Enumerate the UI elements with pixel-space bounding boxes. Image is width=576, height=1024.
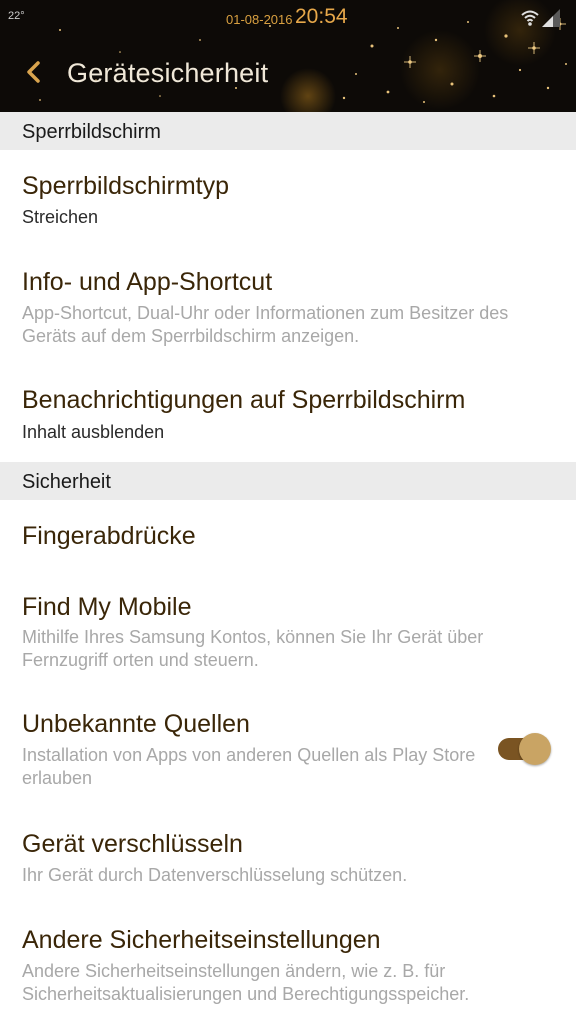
section-label: Sicherheit: [22, 471, 111, 493]
back-button[interactable]: [18, 56, 50, 88]
setting-title: Info- und App-Shortcut: [22, 268, 273, 296]
setting-description: Andere Sicherheitseinstellungen ändern, …: [22, 961, 470, 1004]
toolbar: Gerätesicherheit: [0, 40, 576, 108]
setting-description: App-Shortcut, Dual-Uhr oder Informatione…: [22, 303, 509, 346]
section-label: Sperrbildschirm: [22, 121, 161, 143]
section-header-lock-screen: Sperrbildschirm: [0, 112, 576, 150]
status-date: 01-08-2016: [226, 12, 293, 27]
page-title: Gerätesicherheit: [67, 58, 269, 88]
setting-info-app-shortcut[interactable]: Info- und App-Shortcut App-Shortcut, Dua…: [0, 246, 576, 358]
cellular-signal-icon: [542, 9, 560, 27]
wifi-icon: [521, 10, 539, 26]
setting-title: Fingerabdrücke: [22, 522, 196, 550]
setting-description: Installation von Apps von anderen Quelle…: [22, 745, 476, 788]
app-header: 22° 01-08-2016 20:54 Gerätesicherheit: [0, 0, 576, 112]
status-temperature: 22°: [8, 10, 25, 22]
status-time: 20:54: [295, 5, 348, 28]
setting-title: Sperrbildschirmtyp: [22, 172, 230, 200]
chevron-left-icon: [27, 61, 40, 83]
setting-title: Gerät verschlüsseln: [22, 830, 243, 858]
setting-title: Benachrichtigungen auf Sperrbildschirm: [22, 386, 466, 414]
setting-description: Ihr Gerät durch Datenverschlüsselung sch…: [22, 865, 408, 885]
setting-title: Unbekannte Quellen: [22, 710, 250, 738]
setting-lock-screen-notifications[interactable]: Benachrichtigungen auf Sperrbildschirm I…: [0, 358, 576, 462]
setting-encrypt-device[interactable]: Gerät verschlüsseln Ihr Gerät durch Date…: [0, 808, 576, 908]
unknown-sources-toggle[interactable]: [495, 732, 553, 766]
setting-other-security[interactable]: Andere Sicherheitseinstellungen Andere S…: [0, 908, 576, 1024]
status-icons: [520, 6, 560, 28]
setting-value: Inhalt ausblenden: [22, 422, 165, 442]
setting-value: Streichen: [22, 207, 99, 227]
setting-fingerprints[interactable]: Fingerabdrücke: [0, 500, 576, 576]
setting-title: Find My Mobile: [22, 593, 192, 621]
setting-find-my-mobile[interactable]: Find My Mobile Mithilfe Ihres Samsung Ko…: [0, 576, 576, 688]
setting-description: Mithilfe Ihres Samsung Kontos, können Si…: [22, 627, 484, 670]
status-bar: 22° 01-08-2016 20:54: [0, 0, 576, 36]
section-header-security: Sicherheit: [0, 462, 576, 500]
toggle-thumb: [519, 733, 551, 765]
setting-unknown-sources[interactable]: Unbekannte Quellen Installation von Apps…: [0, 688, 576, 808]
setting-lock-screen-type[interactable]: Sperrbildschirmtyp Streichen: [0, 150, 576, 246]
setting-title: Andere Sicherheitseinstellungen: [22, 926, 381, 954]
